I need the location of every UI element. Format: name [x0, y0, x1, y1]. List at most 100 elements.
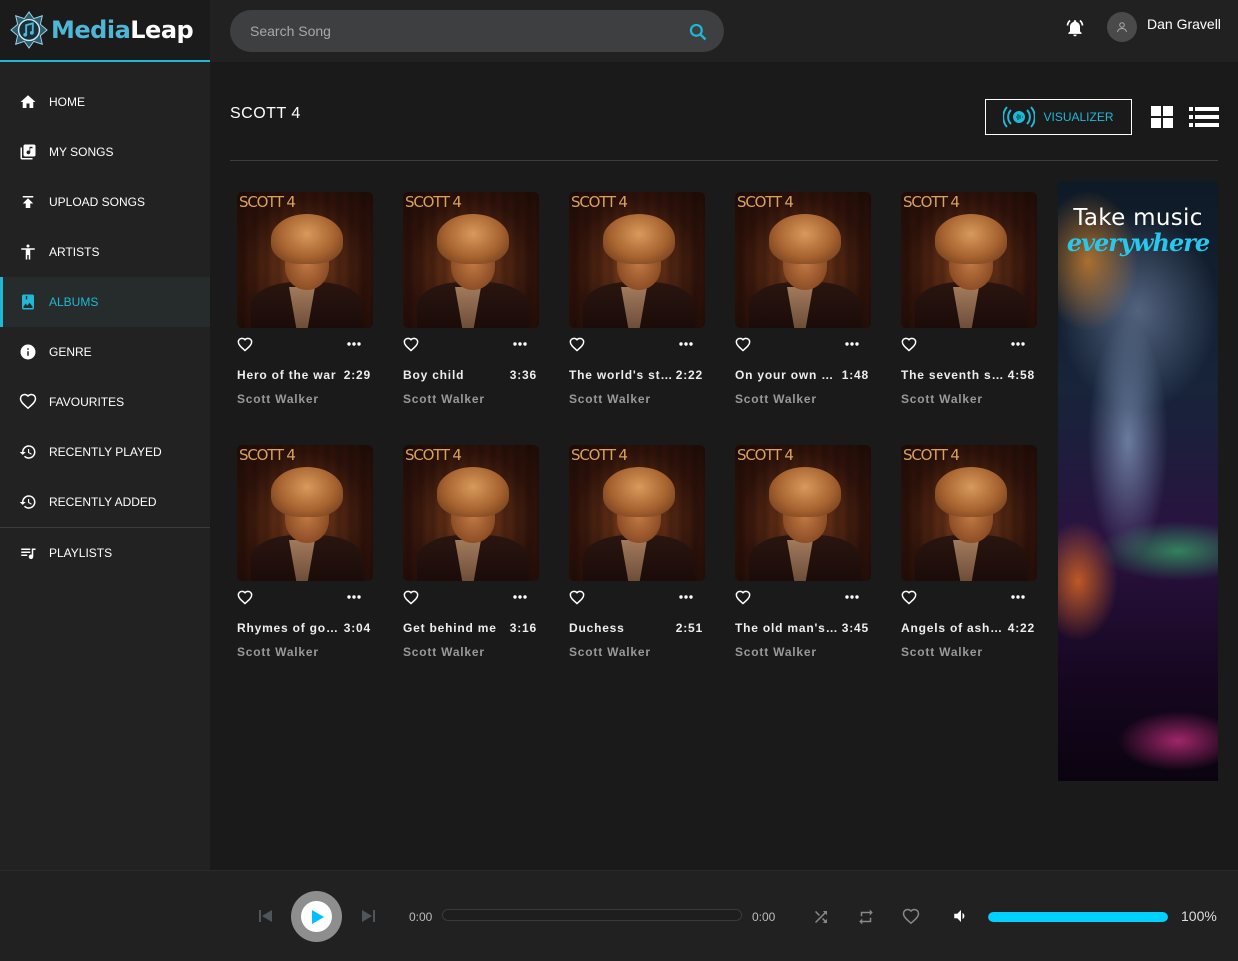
heart-icon[interactable] — [569, 337, 585, 353]
song-title[interactable]: Get behind me — [403, 621, 497, 637]
sidebar-item-home[interactable]: HOME — [0, 77, 210, 127]
search-icon[interactable] — [688, 22, 708, 42]
page-title: SCOTT 4 — [230, 105, 301, 122]
heart-icon[interactable] — [901, 590, 917, 606]
play-button[interactable] — [291, 891, 342, 942]
heart-icon[interactable] — [403, 337, 419, 353]
song-title[interactable]: Hero of the war — [237, 368, 336, 384]
album-cover[interactable]: SCOTT 4 — [735, 192, 871, 328]
song-card[interactable]: SCOTT 4 Hero of the war 2:29 Scott Walke… — [237, 192, 373, 406]
song-title[interactable]: On your own ag… — [735, 368, 839, 384]
song-card[interactable]: SCOTT 4 Duchess 2:51 Scott Walker — [569, 445, 705, 659]
more-options-icon[interactable] — [347, 341, 361, 347]
song-artist[interactable]: Scott Walker — [403, 392, 539, 406]
heart-icon[interactable] — [237, 337, 253, 353]
search-input[interactable] — [250, 23, 670, 39]
song-artist[interactable]: Scott Walker — [901, 392, 1037, 406]
cover-label: SCOTT 4 — [571, 193, 628, 211]
history-icon — [19, 493, 37, 511]
seek-bar[interactable] — [442, 909, 742, 921]
song-title[interactable]: Boy child — [403, 368, 464, 384]
song-card[interactable]: SCOTT 4 Rhymes of goo… 3:04 Scott Walker — [237, 445, 373, 659]
song-artist[interactable]: Scott Walker — [403, 645, 539, 659]
song-artist[interactable]: Scott Walker — [237, 645, 373, 659]
song-card[interactable]: SCOTT 4 The world's str… 2:22 Scott Walk… — [569, 192, 705, 406]
song-title[interactable]: Duchess — [569, 621, 625, 637]
song-title[interactable]: The old man's … — [735, 621, 839, 637]
album-cover[interactable]: SCOTT 4 — [569, 445, 705, 581]
sidebar-item-upload-songs[interactable]: UPLOAD SONGS — [0, 177, 210, 227]
sidebar-item-favourites[interactable]: FAVOURITES — [0, 377, 210, 427]
album-cover[interactable]: SCOTT 4 — [403, 445, 539, 581]
song-duration: 3:04 — [343, 621, 371, 635]
album-cover[interactable]: SCOTT 4 — [569, 192, 705, 328]
sidebar-item-recently-added[interactable]: RECENTLY ADDED — [0, 477, 210, 527]
heart-icon[interactable] — [735, 590, 751, 606]
heart-icon[interactable] — [403, 590, 419, 606]
song-card[interactable]: SCOTT 4 Get behind me 3:16 Scott Walker — [403, 445, 539, 659]
grid-view-icon[interactable] — [1151, 106, 1173, 128]
notification-bell-icon[interactable] — [1065, 18, 1085, 38]
volume-slider[interactable] — [988, 912, 1168, 922]
album-cover[interactable]: SCOTT 4 — [735, 445, 871, 581]
volume-icon[interactable] — [952, 907, 970, 925]
visualizer-label: VISUALIZER — [1043, 110, 1114, 124]
more-options-icon[interactable] — [347, 594, 361, 600]
favourite-icon[interactable] — [902, 908, 920, 926]
heart-icon[interactable] — [569, 590, 585, 606]
song-card[interactable]: SCOTT 4 The seventh se… 4:58 Scott Walke… — [901, 192, 1037, 406]
sidebar-item-albums[interactable]: ALBUMS — [0, 277, 210, 327]
cover-label: SCOTT 4 — [903, 193, 960, 211]
more-options-icon[interactable] — [1011, 594, 1025, 600]
heart-icon[interactable] — [901, 337, 917, 353]
album-cover[interactable]: SCOTT 4 — [403, 192, 539, 328]
album-cover[interactable]: SCOTT 4 — [901, 192, 1037, 328]
heart-icon[interactable] — [735, 337, 751, 353]
sidebar-item-artists[interactable]: ARTISTS — [0, 227, 210, 277]
sidebar-item-playlists[interactable]: PLAYLISTS — [0, 528, 210, 578]
song-artist[interactable]: Scott Walker — [735, 645, 871, 659]
previous-track-icon[interactable] — [258, 908, 274, 924]
song-artist[interactable]: Scott Walker — [901, 645, 1037, 659]
logo[interactable]: MediaLeap — [0, 0, 210, 62]
song-card[interactable]: SCOTT 4 On your own ag… 1:48 Scott Walke… — [735, 192, 871, 406]
album-cover[interactable]: SCOTT 4 — [901, 445, 1037, 581]
song-card[interactable]: SCOTT 4 The old man's … 3:45 Scott Walke… — [735, 445, 871, 659]
song-card[interactable]: SCOTT 4 Angels of ashes 4:22 Scott Walke… — [901, 445, 1037, 659]
more-options-icon[interactable] — [513, 341, 527, 347]
song-title[interactable]: The seventh se… — [901, 368, 1005, 384]
more-options-icon[interactable] — [513, 594, 527, 600]
sidebar-item-label: RECENTLY ADDED — [49, 495, 157, 509]
cover-label: SCOTT 4 — [239, 193, 296, 211]
song-artist[interactable]: Scott Walker — [569, 645, 705, 659]
song-title[interactable]: Rhymes of goo… — [237, 621, 341, 637]
album-cover[interactable]: SCOTT 4 — [237, 192, 373, 328]
song-artist[interactable]: Scott Walker — [569, 392, 705, 406]
advertisement-banner[interactable]: Take music everywhere — [1058, 181, 1218, 781]
more-options-icon[interactable] — [679, 594, 693, 600]
song-card[interactable]: SCOTT 4 Boy child 3:36 Scott Walker — [403, 192, 539, 406]
heart-icon[interactable] — [237, 590, 253, 606]
more-options-icon[interactable] — [845, 594, 859, 600]
song-artist[interactable]: Scott Walker — [237, 392, 373, 406]
more-options-icon[interactable] — [679, 341, 693, 347]
repeat-icon[interactable] — [857, 908, 875, 926]
song-title[interactable]: The world's str… — [569, 368, 673, 384]
sidebar-item-my-songs[interactable]: MY SONGS — [0, 127, 210, 177]
more-options-icon[interactable] — [1011, 341, 1025, 347]
player-bar: 0:00 0:00 100% — [0, 870, 1238, 961]
song-title[interactable]: Angels of ashes — [901, 621, 1005, 637]
visualizer-button[interactable]: VISUALIZER — [985, 99, 1132, 135]
song-duration: 4:22 — [1007, 621, 1035, 635]
sidebar-item-recently-played[interactable]: RECENTLY PLAYED — [0, 427, 210, 477]
shuffle-icon[interactable] — [812, 908, 830, 926]
album-cover[interactable]: SCOTT 4 — [237, 445, 373, 581]
more-options-icon[interactable] — [845, 341, 859, 347]
song-duration: 3:45 — [841, 621, 869, 635]
song-artist[interactable]: Scott Walker — [735, 392, 871, 406]
avatar[interactable] — [1107, 12, 1137, 42]
next-track-icon[interactable] — [360, 908, 376, 924]
sidebar-item-genre[interactable]: GENRE — [0, 327, 210, 377]
user-name[interactable]: Dan Gravell — [1147, 16, 1221, 32]
list-view-icon[interactable] — [1189, 106, 1219, 128]
